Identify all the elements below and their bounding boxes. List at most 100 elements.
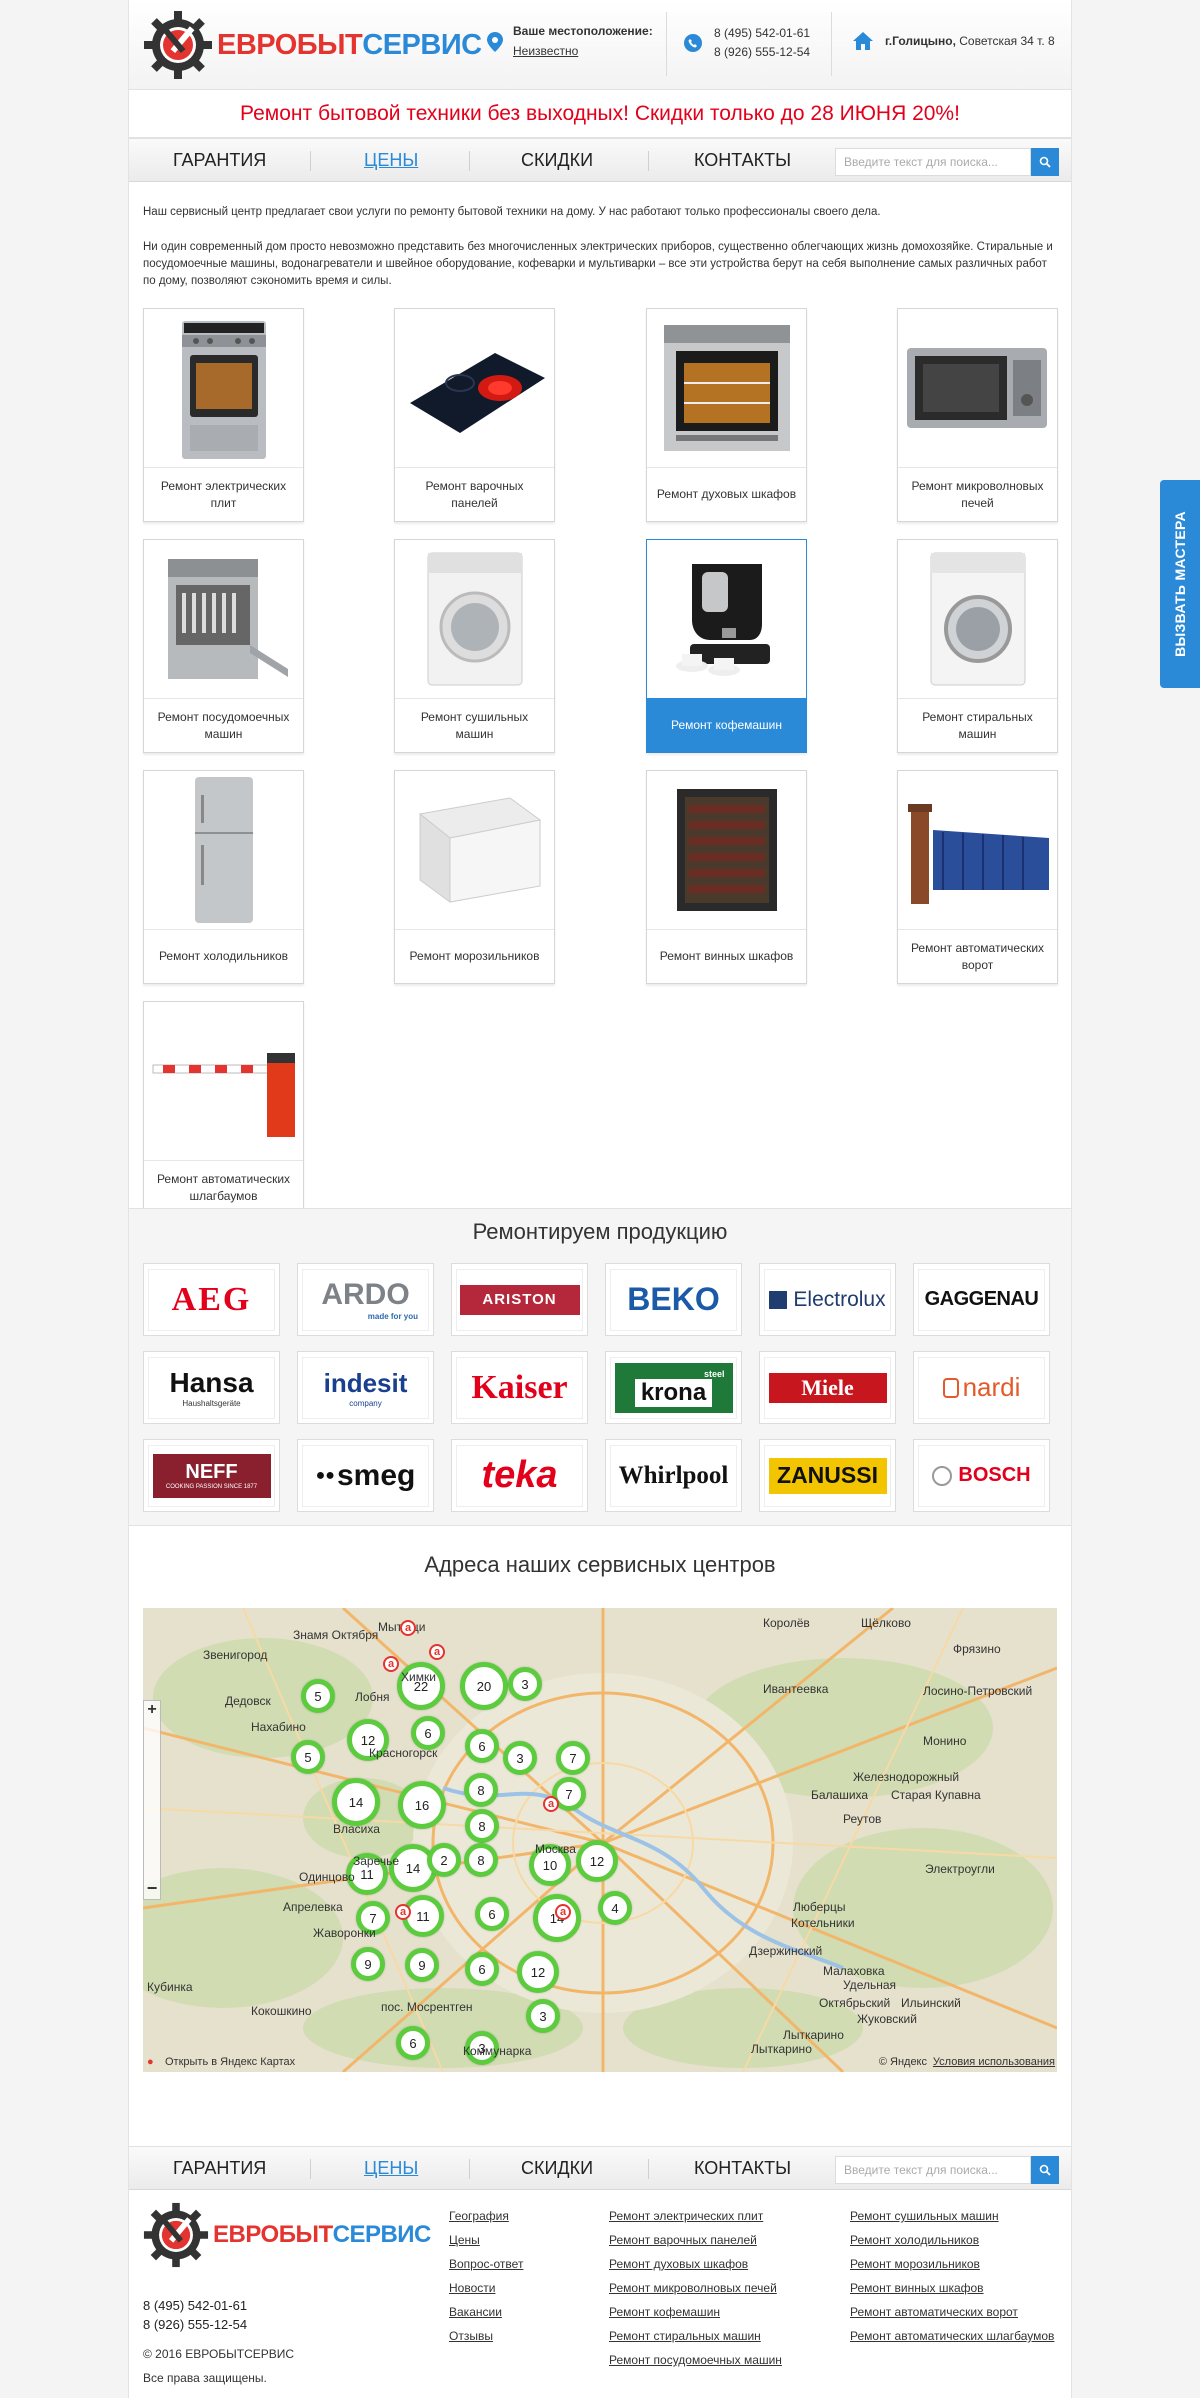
map-cluster[interactable]: 16 [398, 1781, 446, 1829]
footer-link[interactable]: География [449, 2204, 523, 2228]
map-cluster[interactable]: 6 [411, 1716, 445, 1750]
map-marker-icon[interactable]: a [395, 1904, 411, 1920]
zoom-in-icon[interactable]: + [144, 1701, 160, 1719]
map-cluster[interactable]: 3 [508, 1667, 542, 1701]
footer-link[interactable]: Ремонт автоматических шлагбаумов [850, 2324, 1054, 2348]
footer-link[interactable]: Новости [449, 2276, 523, 2300]
map-marker-icon[interactable]: a [400, 1620, 416, 1636]
search-input[interactable]: Введите текст для поиска... [835, 148, 1031, 176]
logo[interactable]: ЕВРОБЫТСЕРВИС [143, 10, 482, 80]
call-master-tab[interactable]: ВЫЗВАТЬ МАСТЕРА [1160, 480, 1200, 688]
map-cluster[interactable]: 20 [460, 1662, 508, 1710]
brand-neff[interactable]: NEFF COOKING PASSION SINCE 1877 [143, 1439, 280, 1512]
brand-hansa[interactable]: Hansa Haushaltsgeräte [143, 1351, 280, 1424]
brand-kaiser[interactable]: Kaiser [451, 1351, 588, 1424]
brand-gaggenau[interactable]: GAGGENAU [913, 1263, 1050, 1336]
service-card-fridge[interactable]: Ремонт холодильников [143, 770, 304, 984]
map-cluster[interactable]: 6 [465, 1952, 499, 1986]
footer-link[interactable]: Ремонт посудомоечных машин [609, 2348, 782, 2372]
brand-electrolux[interactable]: Electrolux [759, 1263, 896, 1336]
brand-smeg[interactable]: ●● smeg [297, 1439, 434, 1512]
map-cluster[interactable]: 3 [526, 1999, 560, 2033]
map-cluster[interactable]: 2 [427, 1843, 461, 1877]
footer-link[interactable]: Ремонт морозильников [850, 2252, 1054, 2276]
footer-nav-guarantee[interactable]: ГАРАНТИЯ [173, 2147, 266, 2189]
map-cluster[interactable]: 12 [576, 1840, 618, 1882]
map-marker-icon[interactable]: a [383, 1656, 399, 1672]
footer-nav-discounts[interactable]: СКИДКИ [521, 2147, 593, 2189]
footer-link[interactable]: Ремонт автоматических ворот [850, 2300, 1054, 2324]
footer-link[interactable]: Вакансии [449, 2300, 523, 2324]
map-cluster[interactable]: 3 [503, 1741, 537, 1775]
footer-link[interactable]: Ремонт микроволновых печей [609, 2276, 782, 2300]
phone-2[interactable]: 8 (926) 555-12-54 [714, 43, 810, 62]
service-card-dishwasher[interactable]: Ремонт посудомоечных машин [143, 539, 304, 753]
service-card-cooktop[interactable]: Ремонт варочных панелей [394, 308, 555, 522]
brand-whirlpool[interactable]: Whirlpool [605, 1439, 742, 1512]
brand-nardi[interactable]: nardi [913, 1351, 1050, 1424]
service-card-washing-machine[interactable]: Ремонт стиральных машин [897, 539, 1058, 753]
map-cluster[interactable]: 7 [556, 1741, 590, 1775]
map-marker-icon[interactable]: a [429, 1644, 445, 1660]
footer-link[interactable]: Ремонт электрических плит [609, 2204, 782, 2228]
yandex-map[interactable]: 5222031266375871416814112810127116144996… [143, 1608, 1057, 2072]
search-button[interactable] [1031, 148, 1059, 176]
footer-phone-1[interactable]: 8 (495) 542-01-61 [143, 2296, 247, 2315]
footer-link[interactable]: Ремонт холодильников [850, 2228, 1054, 2252]
footer-link[interactable]: Ремонт сушильных машин [850, 2204, 1054, 2228]
footer-link[interactable]: Отзывы [449, 2324, 523, 2348]
footer-link[interactable]: Ремонт кофемашин [609, 2300, 782, 2324]
terms-link[interactable]: Условия использования [933, 2056, 1055, 2068]
footer-link[interactable]: Ремонт духовых шкафов [609, 2252, 782, 2276]
service-card-barrier[interactable]: Ремонт автоматических шлагбаумов [143, 1001, 304, 1215]
brand-aeg[interactable]: AEG [143, 1263, 280, 1336]
map-cluster[interactable]: 8 [465, 1809, 499, 1843]
service-card-dryer[interactable]: Ремонт сушильных машин [394, 539, 555, 753]
map-cluster[interactable]: 12 [517, 1951, 559, 1993]
service-card-oven[interactable]: Ремонт духовых шкафов [646, 308, 807, 522]
footer-search-input[interactable]: Введите текст для поиска... [835, 2156, 1031, 2184]
nav-prices[interactable]: ЦЕНЫ [364, 139, 418, 181]
map-marker-icon[interactable]: a [543, 1796, 559, 1812]
brand-miele[interactable]: Miele [759, 1351, 896, 1424]
service-card-electric-stove[interactable]: Ремонт электрических плит [143, 308, 304, 522]
nav-discounts[interactable]: СКИДКИ [521, 139, 593, 181]
footer-search-button[interactable] [1031, 2156, 1059, 2184]
brand-krona[interactable]: steel krona [605, 1351, 742, 1424]
map-cluster[interactable]: 8 [464, 1843, 498, 1877]
nav-guarantee[interactable]: ГАРАНТИЯ [173, 139, 266, 181]
map-cluster[interactable]: 9 [351, 1947, 385, 1981]
map-cluster[interactable]: 6 [465, 1729, 499, 1763]
service-card-freezer[interactable]: Ремонт морозильников [394, 770, 555, 984]
phone-1[interactable]: 8 (495) 542-01-61 [714, 24, 810, 43]
footer-nav-prices[interactable]: ЦЕНЫ [364, 2147, 418, 2189]
footer-link[interactable]: Ремонт стиральных машин [609, 2324, 782, 2348]
map-marker-icon[interactable]: a [555, 1904, 571, 1920]
brand-ardo[interactable]: ARDO made for you [297, 1263, 434, 1336]
footer-logo[interactable]: ЕВРОБЫТСЕРВИС [143, 2202, 431, 2268]
service-card-microwave[interactable]: Ремонт микроволновых печей [897, 308, 1058, 522]
brand-beko[interactable]: BEKO [605, 1263, 742, 1336]
open-in-yandex-link[interactable]: Открыть в Яндекс Картах [165, 2056, 295, 2068]
service-card-gate[interactable]: Ремонт автоматических ворот [897, 770, 1058, 984]
map-cluster[interactable]: 6 [475, 1897, 509, 1931]
footer-link[interactable]: Вопрос-ответ [449, 2252, 523, 2276]
brand-ariston[interactable]: ARISTON [451, 1263, 588, 1336]
map-cluster[interactable]: 5 [291, 1740, 325, 1774]
service-card-wine-cabinet[interactable]: Ремонт винных шкафов [646, 770, 807, 984]
footer-phone-2[interactable]: 8 (926) 555-12-54 [143, 2315, 247, 2334]
footer-link[interactable]: Ремонт винных шкафов [850, 2276, 1054, 2300]
location-value-link[interactable]: Неизвестно [513, 44, 653, 58]
map-cluster[interactable]: 5 [301, 1679, 335, 1713]
brand-indesit[interactable]: indesit company [297, 1351, 434, 1424]
zoom-out-icon[interactable]: − [144, 1878, 160, 1899]
footer-link[interactable]: Ремонт варочных панелей [609, 2228, 782, 2252]
footer-nav-contacts[interactable]: КОНТАКТЫ [694, 2147, 791, 2189]
map-cluster[interactable]: 14 [332, 1778, 380, 1826]
service-card-coffee-machine[interactable]: Ремонт кофемашин [646, 539, 807, 753]
brand-teka[interactable]: teka [451, 1439, 588, 1512]
brand-zanussi[interactable]: ZANUSSI [759, 1439, 896, 1512]
map-cluster[interactable]: 9 [405, 1948, 439, 1982]
map-cluster[interactable]: 8 [464, 1773, 498, 1807]
brand-bosch[interactable]: BOSCH [913, 1439, 1050, 1512]
